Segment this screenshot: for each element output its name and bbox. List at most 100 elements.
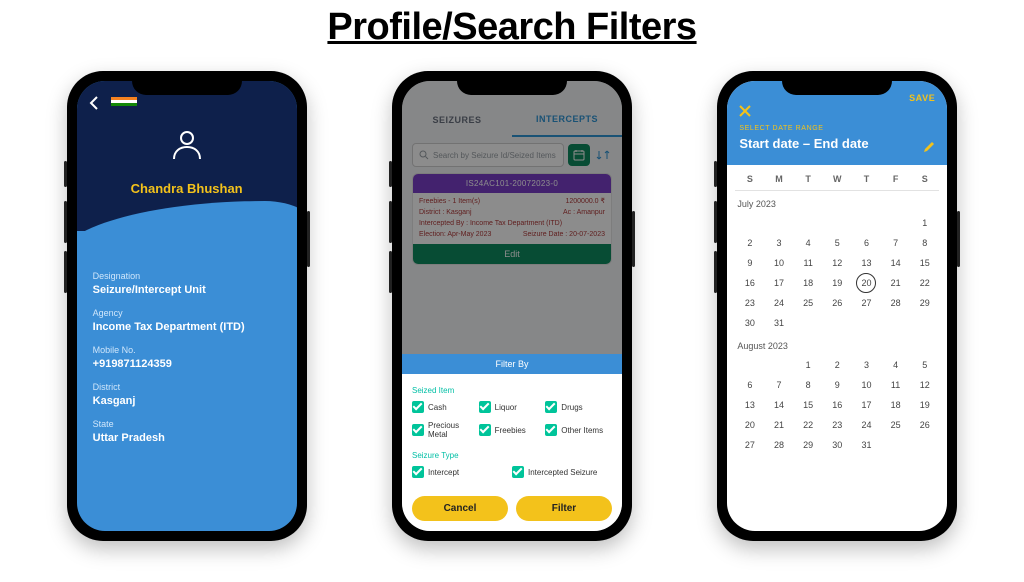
cancel-button[interactable]: Cancel: [412, 496, 508, 521]
checkmark-icon: [412, 401, 424, 413]
filter-checkbox[interactable]: Other Items: [545, 421, 612, 439]
day-of-week-header: S: [735, 174, 764, 184]
calendar-day[interactable]: 17: [852, 395, 881, 415]
filter-checkbox-label: Cash: [428, 403, 447, 412]
pencil-icon[interactable]: [923, 141, 935, 153]
calendar-day[interactable]: 2: [823, 355, 852, 375]
filter-bottom-sheet: Filter By Seized Item CashLiquorDrugsPre…: [402, 354, 622, 531]
calendar-day[interactable]: 5: [910, 355, 939, 375]
calendar-day[interactable]: 12: [910, 375, 939, 395]
calendar-day[interactable]: 18: [794, 273, 823, 293]
phone-filter: SEIZURES INTERCEPTS Search by Seizure Id…: [392, 71, 632, 541]
calendar-day[interactable]: 18: [881, 395, 910, 415]
calendar-day[interactable]: 4: [881, 355, 910, 375]
checkmark-icon: [412, 424, 424, 436]
calendar-day[interactable]: 23: [735, 293, 764, 313]
profile-field-label: District: [93, 382, 281, 392]
calendar-day[interactable]: 9: [823, 375, 852, 395]
filter-checkbox[interactable]: Freebies: [479, 421, 546, 439]
calendar-day[interactable]: 1: [910, 213, 939, 233]
calendar-day[interactable]: 10: [764, 253, 793, 273]
calendar-day[interactable]: 31: [764, 313, 793, 333]
calendar-day[interactable]: 10: [852, 375, 881, 395]
filter-checkbox-label: Liquor: [495, 403, 517, 412]
back-icon[interactable]: [87, 95, 103, 111]
save-button[interactable]: SAVE: [909, 93, 935, 103]
calendar-day[interactable]: 7: [881, 233, 910, 253]
calendar-day[interactable]: 22: [794, 415, 823, 435]
calendar-day[interactable]: 25: [794, 293, 823, 313]
calendar-day[interactable]: 14: [881, 253, 910, 273]
calendar-day[interactable]: 19: [823, 273, 852, 293]
profile-field: AgencyIncome Tax Department (ITD): [93, 308, 281, 333]
calendar-day[interactable]: 19: [910, 395, 939, 415]
calendar-day[interactable]: 15: [910, 253, 939, 273]
profile-field-value: Kasganj: [93, 395, 281, 407]
calendar-day[interactable]: 3: [764, 233, 793, 253]
calendar-day[interactable]: 31: [852, 435, 881, 455]
checkmark-icon: [479, 424, 491, 436]
calendar-day[interactable]: 11: [794, 253, 823, 273]
filter-button[interactable]: Filter: [516, 496, 612, 521]
calendar-day[interactable]: 12: [823, 253, 852, 273]
month-label-july: July 2023: [737, 199, 937, 209]
calendar-day[interactable]: 29: [794, 435, 823, 455]
calendar-day[interactable]: 21: [881, 273, 910, 293]
calendar-day[interactable]: 11: [881, 375, 910, 395]
calendar-day[interactable]: 9: [735, 253, 764, 273]
calendar-day[interactable]: 28: [881, 293, 910, 313]
checkmark-icon: [545, 401, 557, 413]
date-range-text: Start date – End date: [739, 136, 935, 151]
filter-checkbox-label: Freebies: [495, 426, 526, 435]
filter-checkbox[interactable]: Intercept: [412, 466, 512, 478]
calendar-day[interactable]: 27: [735, 435, 764, 455]
calendar-day[interactable]: 16: [735, 273, 764, 293]
filter-checkbox[interactable]: Precious Metal: [412, 421, 479, 439]
calendar-day[interactable]: 17: [764, 273, 793, 293]
calendar-day[interactable]: 26: [910, 415, 939, 435]
filter-checkbox[interactable]: Drugs: [545, 401, 612, 413]
calendar-day[interactable]: 16: [823, 395, 852, 415]
close-icon[interactable]: [739, 105, 935, 117]
calendar-day[interactable]: 22: [910, 273, 939, 293]
calendar-day[interactable]: 15: [794, 395, 823, 415]
seizure-type-section-title: Seizure Type: [412, 451, 612, 460]
calendar-day[interactable]: 13: [735, 395, 764, 415]
calendar-day[interactable]: 14: [764, 395, 793, 415]
calendar-day[interactable]: 7: [764, 375, 793, 395]
calendar-day[interactable]: 6: [852, 233, 881, 253]
calendar-day[interactable]: 8: [794, 375, 823, 395]
calendar-day[interactable]: 8: [910, 233, 939, 253]
day-of-week-header: S: [910, 174, 939, 184]
calendar-day[interactable]: 13: [852, 253, 881, 273]
filter-checkbox[interactable]: Liquor: [479, 401, 546, 413]
profile-field-value: +919871124359: [93, 358, 281, 370]
calendar-day[interactable]: 2: [735, 233, 764, 253]
calendar-day[interactable]: 27: [852, 293, 881, 313]
profile-name: Chandra Bhushan: [77, 181, 297, 196]
calendar-day[interactable]: 4: [794, 233, 823, 253]
profile-field-value: Uttar Pradesh: [93, 432, 281, 444]
calendar-day[interactable]: 3: [852, 355, 881, 375]
profile-field-label: State: [93, 419, 281, 429]
calendar-day[interactable]: 1: [794, 355, 823, 375]
calendar-day[interactable]: 25: [881, 415, 910, 435]
calendar-day[interactable]: 30: [823, 435, 852, 455]
calendar-day[interactable]: 26: [823, 293, 852, 313]
calendar-day[interactable]: 6: [735, 375, 764, 395]
page-title: Profile/Search Filters: [0, 6, 1024, 49]
profile-field-label: Designation: [93, 271, 281, 281]
calendar-day[interactable]: 24: [764, 293, 793, 313]
filter-checkbox[interactable]: Cash: [412, 401, 479, 413]
calendar-day[interactable]: 28: [764, 435, 793, 455]
calendar-day[interactable]: 5: [823, 233, 852, 253]
filter-checkbox[interactable]: Intercepted Seizure: [512, 466, 612, 478]
calendar-day[interactable]: 30: [735, 313, 764, 333]
profile-field-label: Agency: [93, 308, 281, 318]
calendar-day[interactable]: 20: [852, 273, 881, 293]
calendar-day[interactable]: 29: [910, 293, 939, 313]
calendar-day[interactable]: 24: [852, 415, 881, 435]
calendar-day[interactable]: 23: [823, 415, 852, 435]
calendar-day[interactable]: 20: [735, 415, 764, 435]
calendar-day[interactable]: 21: [764, 415, 793, 435]
